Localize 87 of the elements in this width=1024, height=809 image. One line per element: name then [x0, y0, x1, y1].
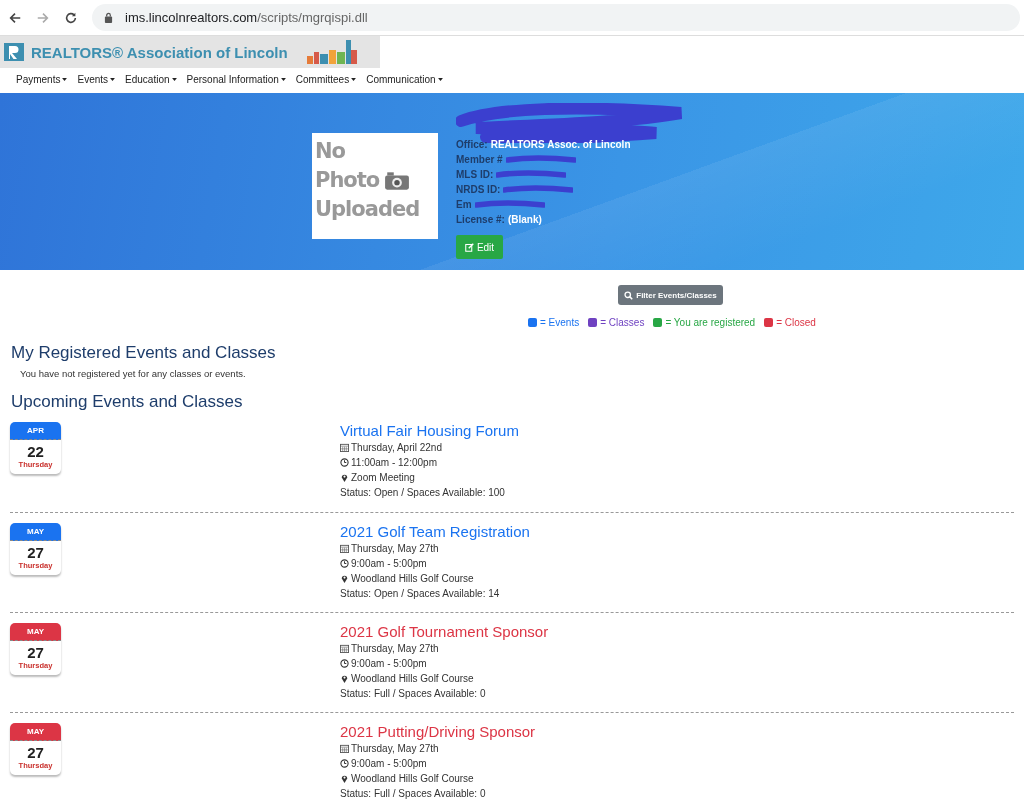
event-status: Status: Open / Spaces Available: 100 [340, 487, 505, 498]
placeholder-text: Uploaded [315, 196, 421, 223]
realtor-logo [3, 43, 25, 61]
event-date: Thursday, May 27th [351, 743, 439, 754]
edit-icon [464, 242, 474, 252]
calendar-month: MAY [10, 523, 61, 541]
event-title-link[interactable]: Virtual Fair Housing Forum [340, 422, 519, 440]
clock-icon [340, 759, 349, 768]
clock-icon [340, 659, 349, 668]
field-label: NRDS ID: [456, 184, 501, 195]
map-pin-icon [340, 674, 349, 683]
clock-icon [340, 458, 349, 467]
calendar-icon [340, 443, 349, 452]
nav-menu[interactable]: Education [125, 74, 177, 85]
calendar-month: MAY [10, 723, 61, 741]
calendar-month: APR [10, 422, 61, 440]
event-title-link[interactable]: 2021 Putting/Driving Sponsor [340, 723, 536, 741]
caret-icon [62, 78, 68, 81]
legend-label: = You are registered [665, 317, 756, 328]
reload-icon[interactable] [64, 10, 78, 25]
map-pin-icon [340, 774, 349, 783]
event-time: 9:00am - 5:00pm [351, 558, 427, 569]
map-pin-icon [340, 473, 349, 482]
event-title-link[interactable]: 2021 Golf Tournament Sponsor [340, 623, 549, 641]
address-bar[interactable]: ims.lincolnrealtors.com/scripts/mgrqispi.dll [92, 4, 1020, 31]
calendar-icon [340, 744, 349, 753]
logo-title: REALTORS® Association of Lincoln [31, 43, 289, 61]
event-location: Zoom Meeting [351, 472, 415, 483]
nav-menu[interactable]: Payments [16, 74, 68, 85]
event-status: Status: Open / Spaces Available: 14 [340, 588, 500, 599]
event-time: 9:00am - 5:00pm [351, 758, 427, 769]
event-status: Status: Full / Spaces Available: 0 [340, 788, 486, 799]
url-path: /scripts/mgrqispi.dll [257, 10, 368, 25]
caret-icon [351, 78, 357, 81]
calendar-day: 27 [27, 544, 44, 561]
url-host: ims.lincolnrealtors.com [125, 10, 258, 25]
redaction-scribble [496, 168, 567, 181]
redaction-scribble [503, 183, 574, 196]
nav-menu[interactable]: Events [77, 74, 116, 85]
calendar-icon [340, 644, 349, 653]
field-label: License #: [456, 214, 505, 225]
caret-icon [437, 78, 443, 81]
section-heading: My Registered Events and Classes [11, 343, 277, 363]
caret-icon [110, 78, 116, 81]
legend-label: = Closed [776, 317, 816, 328]
field-label: Em [456, 199, 472, 210]
nav-menu[interactable]: Committees [295, 74, 357, 85]
section-heading: Upcoming Events and Classes [11, 392, 244, 412]
event-location: Woodland Hills Golf Course [351, 573, 474, 584]
caret-icon [280, 78, 286, 81]
clock-icon [340, 559, 349, 568]
calendar-month: MAY [10, 623, 61, 641]
field-value: (Blank) [507, 214, 542, 225]
nav-menu[interactable]: Personal Information [186, 74, 286, 85]
event-status: Status: Full / Spaces Available: 0 [340, 688, 486, 699]
event-date: Thursday, May 27th [351, 543, 439, 554]
field-label: Member # [456, 154, 503, 165]
placeholder-text: Photo [315, 166, 438, 195]
calendar-day: 22 [27, 443, 44, 460]
calendar-day: 27 [27, 744, 44, 761]
field-label: Office: [456, 139, 488, 150]
redaction-scribble [474, 198, 545, 211]
event-time: 9:00am - 5:00pm [351, 658, 427, 669]
empty-message: You have not registered yet for any classes or events. [20, 368, 247, 379]
lock-icon [104, 12, 113, 23]
caret-icon [171, 78, 177, 81]
search-icon [624, 290, 634, 300]
event-title-link[interactable]: 2021 Golf Team Registration [340, 523, 530, 541]
filter-button[interactable]: Filter Events/Classes [618, 285, 723, 305]
redaction-scribble [505, 153, 576, 166]
nav-menu[interactable]: Communication [366, 74, 443, 85]
skyline-drawing [307, 38, 357, 66]
legend-label: = Events [540, 317, 580, 328]
map-pin-icon [340, 574, 349, 583]
calendar-icon [340, 544, 349, 553]
field-label: MLS ID: [456, 169, 494, 180]
event-location: Woodland Hills Golf Course [351, 773, 474, 784]
field-value: REALTORS Assoc. of Lincoln [490, 139, 631, 150]
event-location: Woodland Hills Golf Course [351, 673, 474, 684]
event-date: Thursday, May 27th [351, 643, 439, 654]
event-date: Thursday, April 22nd [351, 442, 442, 453]
event-time: 11:00am - 12:00pm [351, 457, 437, 468]
back-icon[interactable] [8, 10, 22, 25]
legend-label: = Classes [600, 317, 645, 328]
camera-icon [384, 170, 411, 191]
placeholder-text: No [315, 138, 346, 165]
calendar-day: 27 [27, 644, 44, 661]
